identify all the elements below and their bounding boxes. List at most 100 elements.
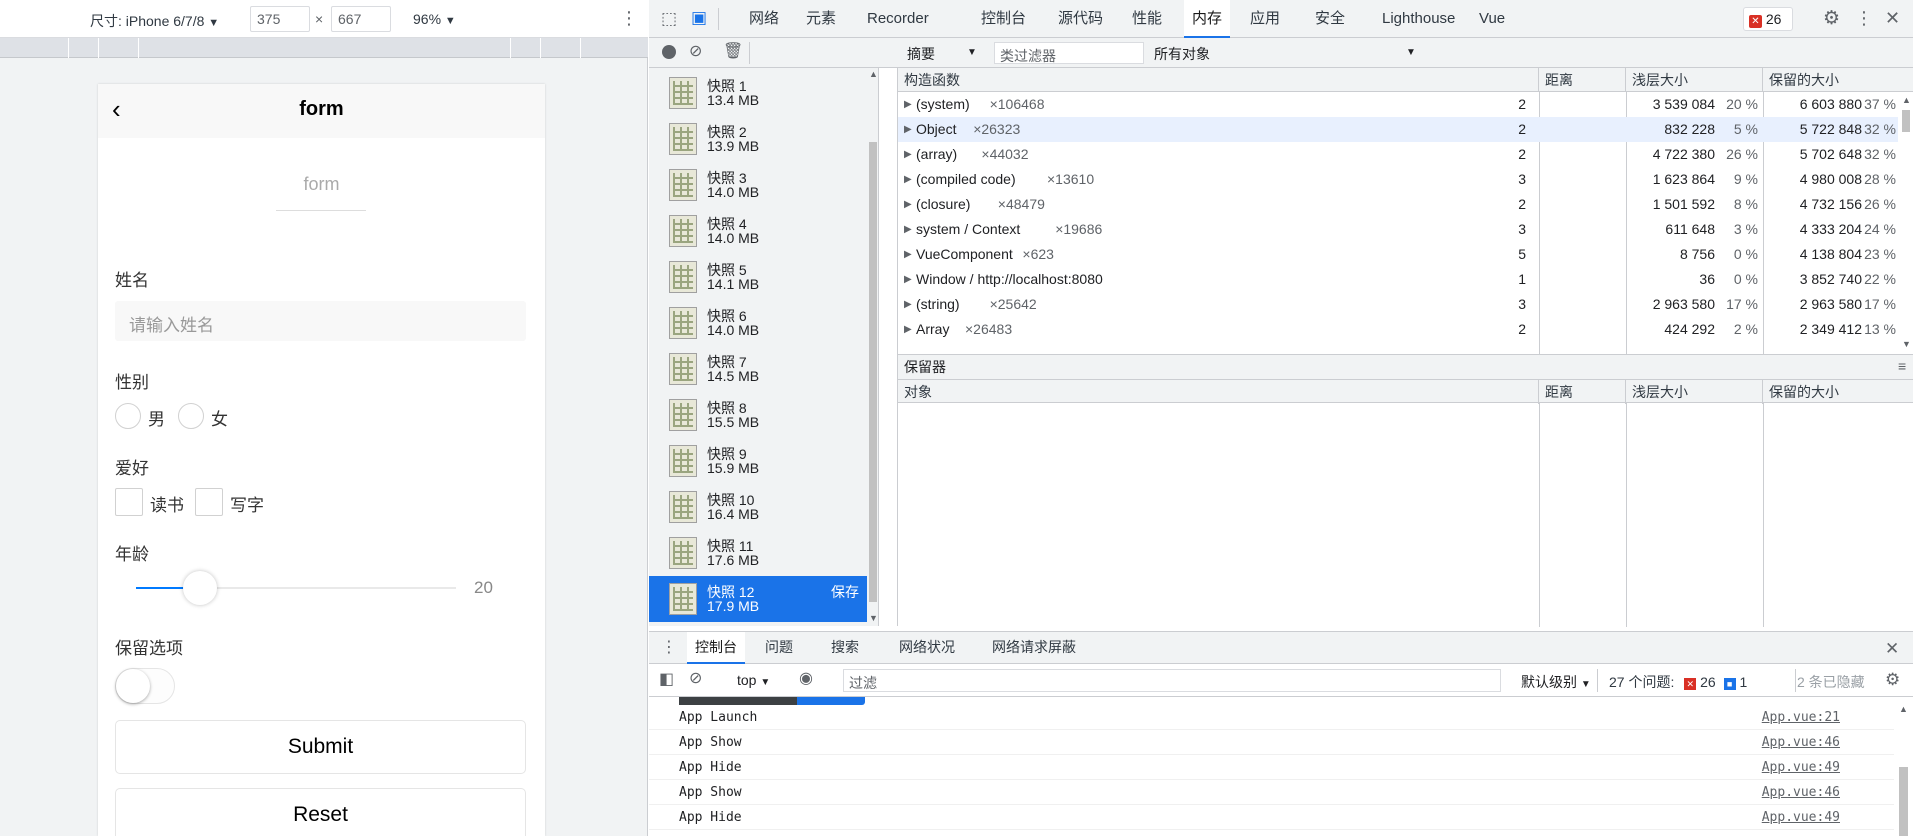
inspect-element-icon[interactable]: ⬚ xyxy=(661,10,677,27)
col-shallow-size[interactable]: 浅层大小 xyxy=(1626,68,1763,92)
tab-8[interactable]: 安全 xyxy=(1307,0,1353,38)
expand-triangle-icon[interactable]: ▶ xyxy=(904,142,912,167)
heap-row[interactable]: ▶ Array ×26483 2 424 292 2 % 2 349 412 13 % xyxy=(898,317,1913,342)
heap-row[interactable]: ▶ Window / http://localhost:8080 1 36 0 % 3 8… xyxy=(898,267,1913,292)
trash-icon[interactable]: 🗑 xyxy=(723,44,743,60)
scrollbar-thumb[interactable] xyxy=(1902,110,1910,132)
tab-10[interactable]: Vue xyxy=(1471,0,1513,38)
device-width-input[interactable]: 375 xyxy=(250,6,310,32)
resize-handle-icon[interactable]: ≡ xyxy=(1898,359,1906,373)
heap-row[interactable]: ▶ VueComponent ×623 5 8 756 0 % 4 138 804 23 % xyxy=(898,242,1913,267)
log-source-link[interactable]: App.vue:46 xyxy=(1762,780,1840,805)
snapshot-item[interactable]: 快照 5 14.1 MB xyxy=(649,254,867,300)
log-source-link[interactable]: App.vue:49 xyxy=(1762,755,1840,780)
drawer-tab-2[interactable]: 搜索 xyxy=(823,632,867,664)
drawer-tab-0[interactable]: 控制台 xyxy=(687,632,745,664)
save-snapshot-button[interactable]: 保存 xyxy=(831,582,859,602)
keep-switch[interactable] xyxy=(115,668,175,704)
expand-triangle-icon[interactable]: ▶ xyxy=(904,267,912,292)
tab-2[interactable]: Recorder xyxy=(859,0,937,38)
device-toggle-icon[interactable]: ▣ xyxy=(691,9,707,26)
drawer-menu-icon[interactable]: ⋮ xyxy=(661,640,677,656)
tab-4[interactable]: 源代码 xyxy=(1050,0,1111,38)
heap-row[interactable]: ▶ (system) ×106468 2 3 539 084 20 % 6 603 880 3… xyxy=(898,92,1913,117)
expand-triangle-icon[interactable]: ▶ xyxy=(904,292,912,317)
drawer-tab-1[interactable]: 问题 xyxy=(757,632,801,664)
snapshot-item[interactable]: 快照 9 15.9 MB xyxy=(649,438,867,484)
scroll-down-icon[interactable]: ▼ xyxy=(869,614,878,623)
more-options-icon[interactable]: ⋮ xyxy=(620,9,638,27)
heap-row[interactable]: ▶ (string) ×25642 3 2 963 580 17 % 2 963 580 17… xyxy=(898,292,1913,317)
tab-1[interactable]: 元素 xyxy=(798,0,844,38)
heap-row[interactable]: ▶ Object ×26323 2 832 228 5 % 5 722 848 32 % xyxy=(898,117,1913,142)
heap-row[interactable]: ▶ system / Context ×19686 3 611 648 3 % 4 333 … xyxy=(898,217,1913,242)
snapshot-item[interactable]: 快照 3 14.0 MB xyxy=(649,162,867,208)
gender-radio-female[interactable] xyxy=(178,403,204,429)
object-filter-select[interactable]: 所有对象 ▼ xyxy=(1154,44,1416,64)
age-slider-knob[interactable] xyxy=(183,571,217,605)
close-icon[interactable]: ✕ xyxy=(1885,9,1900,27)
log-source-link[interactable]: App.vue:46 xyxy=(1762,730,1840,755)
grid-scrollbar[interactable]: ▲ ▼ xyxy=(1898,92,1913,354)
snapshot-item[interactable]: 快照 8 15.5 MB xyxy=(649,392,867,438)
console-scrollbar[interactable]: ▲ xyxy=(1894,697,1913,836)
col-distance[interactable]: 距离 xyxy=(1539,68,1626,92)
record-icon[interactable] xyxy=(662,45,676,59)
col-shallow-size[interactable]: 浅层大小 xyxy=(1626,380,1763,404)
col-constructor[interactable]: 构造函数 xyxy=(898,68,1539,92)
col-retained-size[interactable]: 保留的大小 xyxy=(1763,68,1913,92)
tab-7[interactable]: 应用 xyxy=(1242,0,1288,38)
log-level-select[interactable]: 默认级别 ▼ xyxy=(1521,672,1591,692)
snapshot-item[interactable]: 快照 4 14.0 MB xyxy=(649,208,867,254)
expand-triangle-icon[interactable]: ▶ xyxy=(904,167,912,192)
eye-icon[interactable]: ◉ xyxy=(799,671,813,687)
log-source-link[interactable]: App.vue:49 xyxy=(1762,805,1840,830)
col-distance[interactable]: 距离 xyxy=(1539,380,1626,404)
heap-row[interactable]: ▶ (compiled code) ×13610 3 1 623 864 9 % 4 980… xyxy=(898,167,1913,192)
device-select[interactable]: 尺寸: iPhone 6/7/8 ▼ xyxy=(90,11,219,31)
zoom-select[interactable]: 96% ▼ xyxy=(413,11,456,27)
close-drawer-icon[interactable]: ✕ xyxy=(1885,640,1899,657)
hobby-checkbox-reading[interactable] xyxy=(115,488,143,516)
class-filter-input[interactable]: 类过滤器 xyxy=(994,42,1144,64)
expand-triangle-icon[interactable]: ▶ xyxy=(904,92,912,117)
heap-row[interactable]: ▶ (array) ×44032 2 4 722 380 26 % 5 702 648 32 … xyxy=(898,142,1913,167)
hobby-checkbox-writing[interactable] xyxy=(195,488,223,516)
expand-triangle-icon[interactable]: ▶ xyxy=(904,217,912,242)
snapshot-item[interactable]: 快照 10 16.4 MB xyxy=(649,484,867,530)
tab-5[interactable]: 性能 xyxy=(1124,0,1170,38)
drawer-tab-4[interactable]: 网络请求屏蔽 xyxy=(984,632,1084,664)
context-select[interactable]: top ▼ xyxy=(737,672,770,688)
more-options-icon[interactable]: ⋮ xyxy=(1855,9,1873,27)
snapshot-scrollbar[interactable]: ▲ ▼ xyxy=(867,68,878,626)
console-settings-icon[interactable]: ⚙ xyxy=(1885,671,1900,688)
heap-row[interactable]: ▶ (closure) ×48479 2 1 501 592 8 % 4 732 156 26… xyxy=(898,192,1913,217)
col-object[interactable]: 对象 xyxy=(898,380,1539,404)
snapshot-item[interactable]: 快照 1 13.4 MB xyxy=(649,70,867,116)
snapshot-item[interactable]: 快照 11 17.6 MB xyxy=(649,530,867,576)
expand-triangle-icon[interactable]: ▶ xyxy=(904,192,912,217)
log-source-link[interactable]: App.vue:21 xyxy=(1762,705,1840,730)
name-input[interactable]: 请输入姓名 xyxy=(115,301,526,341)
snapshot-item[interactable]: 快照 2 13.9 MB xyxy=(649,116,867,162)
scroll-down-icon[interactable]: ▼ xyxy=(1902,340,1911,349)
console-filter-input[interactable]: 过滤 xyxy=(843,669,1501,692)
tab-9[interactable]: Lighthouse xyxy=(1374,0,1463,38)
scroll-up-icon[interactable]: ▲ xyxy=(1902,96,1911,105)
snapshot-item[interactable]: 快照 6 14.0 MB xyxy=(649,300,867,346)
tab-0[interactable]: 网络 xyxy=(741,0,787,38)
gender-radio-male[interactable] xyxy=(115,403,141,429)
error-badge[interactable]: ✕ 26 xyxy=(1743,7,1793,31)
snapshot-item[interactable]: 快照 12 17.9 MB 保存 xyxy=(649,576,867,622)
scrollbar-thumb[interactable] xyxy=(1899,767,1908,836)
issues-counter[interactable]: 27 个问题: ✕ 26 ■ 1 xyxy=(1609,672,1747,692)
tab-3[interactable]: 控制台 xyxy=(973,0,1034,38)
col-retained-size[interactable]: 保留的大小 xyxy=(1763,380,1913,404)
submit-button[interactable]: Submit xyxy=(115,720,526,774)
expand-triangle-icon[interactable]: ▶ xyxy=(904,317,912,342)
expand-triangle-icon[interactable]: ▶ xyxy=(904,117,912,142)
clear-icon[interactable]: ⊘ xyxy=(689,44,702,60)
settings-gear-icon[interactable]: ⚙ xyxy=(1823,9,1840,28)
scroll-up-icon[interactable]: ▲ xyxy=(1899,705,1908,714)
reset-button[interactable]: Reset xyxy=(115,788,526,836)
